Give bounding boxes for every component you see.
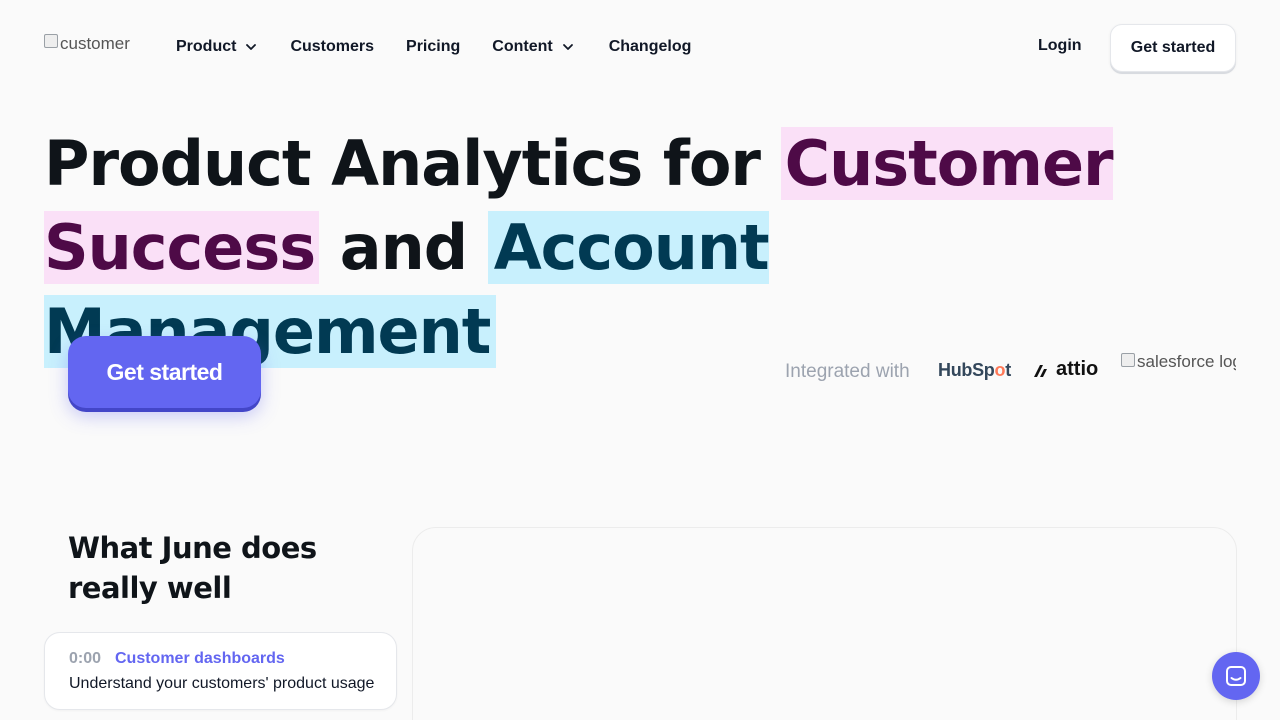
chat-launcher-button[interactable]: [1212, 652, 1260, 700]
chevron-down-icon: [246, 44, 257, 50]
salesforce-logo-image: salesforce log: [1121, 352, 1236, 378]
nav-link-label: Customers: [290, 38, 375, 55]
nav-link-content[interactable]: Content: [492, 36, 574, 58]
nav-link-label: Pricing: [406, 38, 461, 55]
attio-logo-text: attio: [1056, 358, 1099, 380]
logo-alt-text: customer: [60, 34, 130, 53]
broken-image-icon: [44, 34, 58, 48]
hero-title-text: and: [319, 211, 488, 284]
hubspot-logo-text: t: [1005, 360, 1011, 380]
nav-link-changelog[interactable]: Changelog: [609, 36, 692, 58]
login-link[interactable]: Login: [1038, 37, 1082, 55]
attio-mark-icon: [1034, 364, 1047, 377]
chat-icon: [1226, 666, 1246, 686]
hubspot-logo-text: HubSp: [938, 360, 995, 380]
feature-item-customer-dashboards[interactable]: 0:00 Customer dashboards Understand your…: [44, 632, 397, 710]
attio-logo: attio: [1032, 358, 1098, 381]
hubspot-sprocket: o: [994, 360, 1006, 380]
nav-link-label: Content: [492, 38, 553, 55]
feature-description: Understand your customers' product usage: [69, 675, 375, 692]
nav-get-started-button[interactable]: Get started: [1110, 24, 1236, 72]
salesforce-alt-text: salesforce log: [1137, 352, 1236, 371]
nav-link-customers[interactable]: Customers: [290, 36, 374, 58]
logo-image[interactable]: customer: [44, 33, 140, 63]
feature-video-panel[interactable]: [412, 527, 1237, 720]
chevron-down-icon: [562, 44, 573, 50]
feature-timestamp: 0:00: [69, 650, 102, 667]
feature-title: Customer dashboards: [115, 650, 285, 667]
nav-link-product[interactable]: Product: [176, 36, 258, 58]
features-section-title: What June does really well: [68, 531, 317, 605]
nav-link-pricing[interactable]: Pricing: [406, 36, 460, 58]
nav-link-label: Product: [176, 38, 237, 55]
nav-links: Product Customers Pricing Content Change…: [176, 36, 691, 58]
hero-title-text: Product Analytics for: [44, 127, 781, 200]
integrated-with-label: Integrated with: [785, 361, 910, 382]
nav-link-label: Changelog: [608, 38, 692, 55]
broken-image-icon: [1121, 353, 1135, 367]
hero-get-started-button[interactable]: Get started: [68, 336, 261, 408]
top-navigation: customer Product Customers Pricing Conte…: [0, 0, 1280, 96]
hubspot-logo: HubSpot: [938, 360, 1011, 381]
